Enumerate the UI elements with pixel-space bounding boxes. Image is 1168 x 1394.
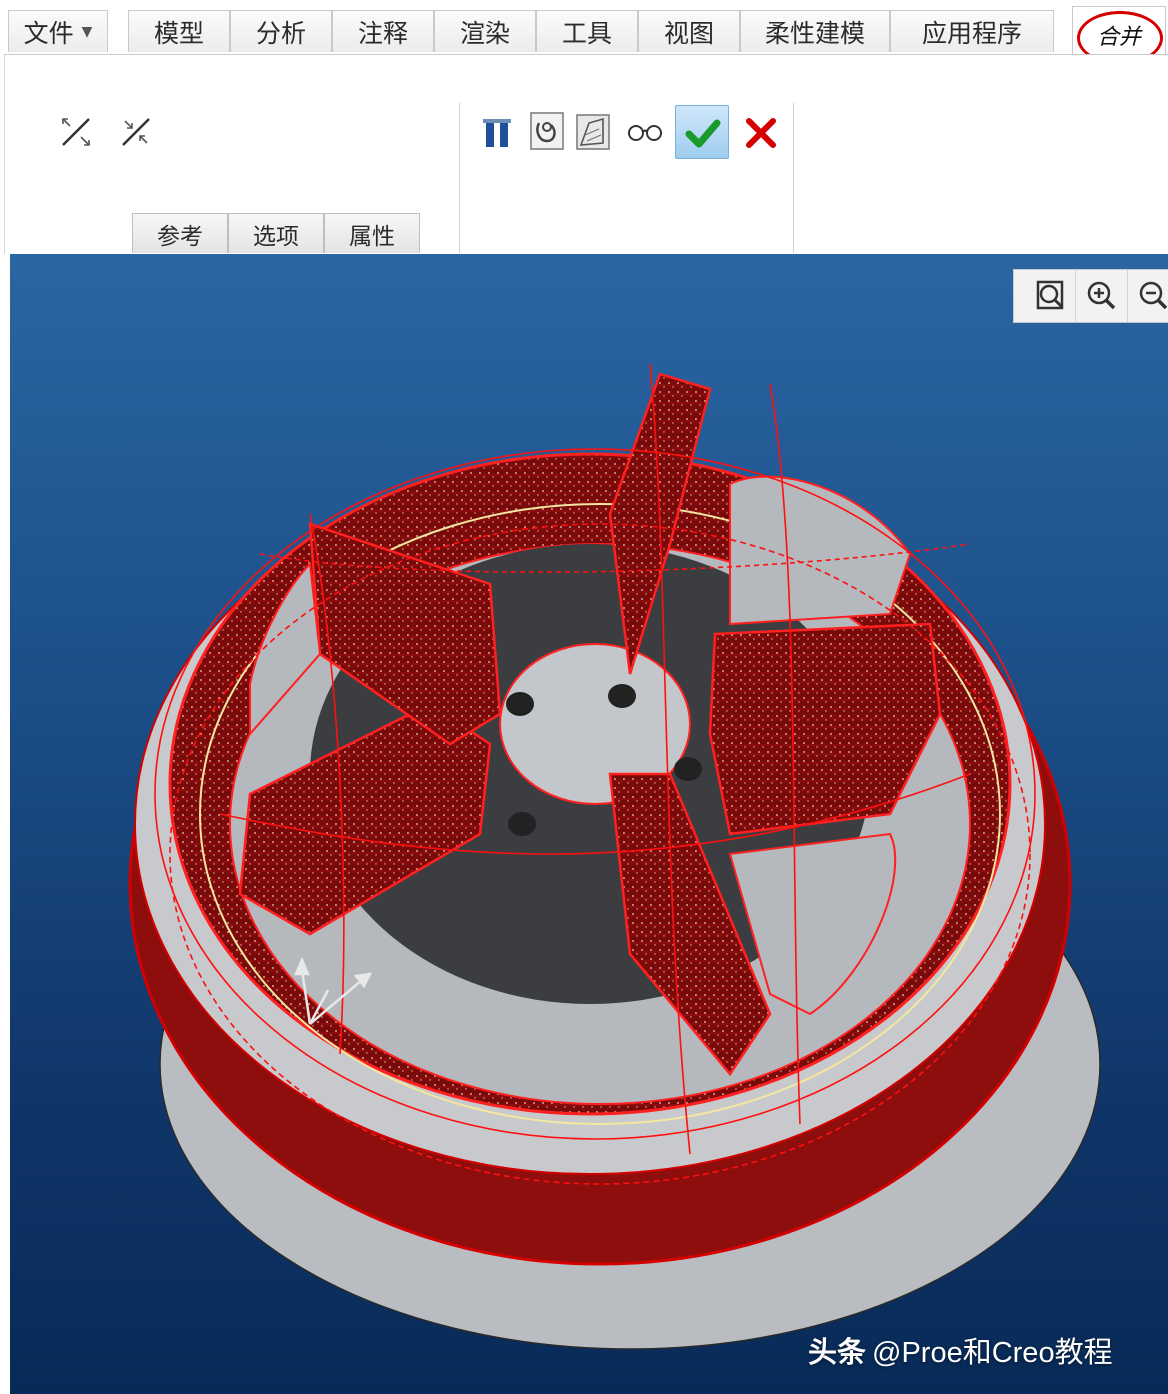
feature-preview-icon[interactable] (571, 109, 615, 153)
zoom-in-icon (1087, 281, 1116, 310)
glasses-icon[interactable] (623, 109, 667, 153)
zoom-out-icon (1139, 281, 1168, 310)
tab-label: 分析 (255, 18, 306, 48)
tab-view[interactable]: 视图 (638, 10, 740, 52)
watermark: 头条 @Proe和Creo教程 (808, 1328, 1113, 1372)
graphics-viewport[interactable] (10, 254, 1168, 1394)
file-menu[interactable]: 文件 ▼ (8, 10, 108, 52)
zoom-fit-button[interactable] (1024, 270, 1076, 322)
watermark-text: @Proe和Creo教程 (872, 1337, 1113, 1369)
swap-arrows-icon[interactable] (57, 113, 95, 151)
tab-label: 工具 (561, 18, 612, 48)
preview-icon[interactable] (525, 109, 569, 153)
tab-label: 应用程序 (921, 18, 1022, 48)
zoom-fit-icon (1036, 280, 1064, 310)
tab-merge-label: 合并 (1096, 24, 1141, 50)
subtab-label: 属性 (349, 223, 395, 250)
file-menu-label: 文件 (23, 18, 74, 48)
cancel-x-icon[interactable] (739, 111, 783, 155)
subtab-references[interactable]: 参考 (132, 213, 228, 253)
tab-label: 柔性建模 (764, 18, 865, 48)
chevron-down-icon: ▼ (81, 23, 93, 40)
subtab-properties[interactable]: 属性 (324, 213, 420, 253)
swap-arrows-alt-icon[interactable] (117, 113, 155, 151)
subtab-label: 参考 (157, 223, 203, 250)
ok-button[interactable] (675, 105, 729, 159)
ribbon: 参考 选项 属性 (4, 54, 1168, 254)
watermark-brand: 头条 (808, 1337, 867, 1369)
zoom-out-button[interactable] (1128, 270, 1168, 322)
tab-label: 模型 (153, 18, 204, 48)
tab-label: 注释 (357, 18, 408, 48)
tab-tools[interactable]: 工具 (536, 10, 638, 52)
tab-label: 渲染 (459, 18, 510, 48)
zoom-in-button[interactable] (1076, 270, 1128, 322)
ok-check-icon (685, 119, 721, 148)
ribbon-separator (459, 103, 460, 253)
lug-hole (508, 812, 536, 836)
pause-icon[interactable] (475, 109, 519, 153)
lug-hole (608, 684, 636, 708)
ribbon-separator (793, 103, 794, 253)
tab-flexible-modeling[interactable]: 柔性建模 (740, 10, 890, 52)
tab-annotate[interactable]: 注释 (332, 10, 434, 52)
lug-hole (674, 757, 702, 781)
wheel-model (128, 363, 1101, 1350)
tab-label: 视图 (663, 18, 714, 48)
subtab-label: 选项 (253, 223, 299, 250)
tab-render[interactable]: 渲染 (434, 10, 536, 52)
view-toolbar (1013, 269, 1168, 323)
tab-applications[interactable]: 应用程序 (890, 10, 1054, 52)
subtab-options[interactable]: 选项 (228, 213, 324, 253)
menu-bar: 文件 ▼ 模型 分析 注释 渲染 工具 视图 柔性建模 应用程序 合并 (0, 0, 1168, 65)
tab-analysis[interactable]: 分析 (230, 10, 332, 52)
lug-hole (506, 692, 534, 716)
tab-model[interactable]: 模型 (128, 10, 230, 52)
